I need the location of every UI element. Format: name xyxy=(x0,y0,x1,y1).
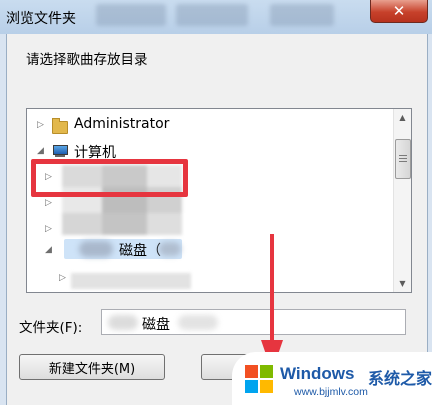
folder-input-value: 磁盘 xyxy=(142,317,170,333)
watermark-brand: Windows xyxy=(280,364,355,383)
watermark-brand-cn: 系统之家 xyxy=(368,369,432,388)
collapse-arrow-icon[interactable]: ◢ xyxy=(45,245,52,255)
expand-arrow-icon[interactable]: ▷ xyxy=(59,273,66,283)
title-bar[interactable]: 浏览文件夹 ✕ xyxy=(0,0,432,34)
collapse-arrow-icon[interactable]: ◢ xyxy=(37,146,44,156)
scroll-thumb[interactable] xyxy=(395,139,411,179)
expand-arrow-icon[interactable]: ▷ xyxy=(37,120,44,130)
blurred-background xyxy=(270,4,334,26)
windows-logo-icon xyxy=(245,365,273,393)
dialog-body: 请选择歌曲存放目录 ▷ Administrator ◢ 计算机 ▷ ▷ ▷ ◢ … xyxy=(6,34,428,405)
folder-input[interactable]: 磁盘 xyxy=(101,309,406,335)
tree-item-label: 磁盘（ xyxy=(119,243,161,259)
privacy-mosaic xyxy=(79,241,113,257)
scroll-up-icon[interactable]: ▲ xyxy=(394,109,411,126)
watermark: Windows 系统之家 www.bjjmlv.com xyxy=(232,352,432,405)
tree-item-label: Administrator xyxy=(74,116,170,132)
privacy-mosaic xyxy=(108,315,138,330)
blurred-background xyxy=(96,4,166,26)
privacy-mosaic xyxy=(178,315,218,330)
folder-tree[interactable]: ▷ Administrator ◢ 计算机 ▷ ▷ ▷ ◢ 磁盘（ ▷ ▲ ▼ xyxy=(26,108,412,293)
expand-arrow-icon[interactable]: ▷ xyxy=(45,224,52,234)
user-folder-icon xyxy=(52,118,68,134)
privacy-mosaic xyxy=(159,242,181,256)
dialog-prompt: 请选择歌曲存放目录 xyxy=(26,52,148,68)
close-icon: ✕ xyxy=(392,2,406,20)
close-button[interactable]: ✕ xyxy=(370,0,428,23)
window-title: 浏览文件夹 xyxy=(6,11,76,27)
tree-item-administrator[interactable]: ▷ Administrator xyxy=(27,113,393,137)
scroll-down-icon[interactable]: ▼ xyxy=(394,275,411,292)
watermark-url: www.bjjmlv.com xyxy=(294,386,368,398)
blurred-background xyxy=(176,4,248,26)
computer-icon xyxy=(52,145,68,157)
expand-arrow-icon[interactable]: ▷ xyxy=(45,198,52,208)
annotation-highlight-box xyxy=(31,159,188,197)
new-folder-button[interactable]: 新建文件夹(M) xyxy=(19,354,165,380)
folder-field-label: 文件夹(F): xyxy=(19,320,83,336)
tree-scrollbar[interactable]: ▲ ▼ xyxy=(393,109,411,292)
